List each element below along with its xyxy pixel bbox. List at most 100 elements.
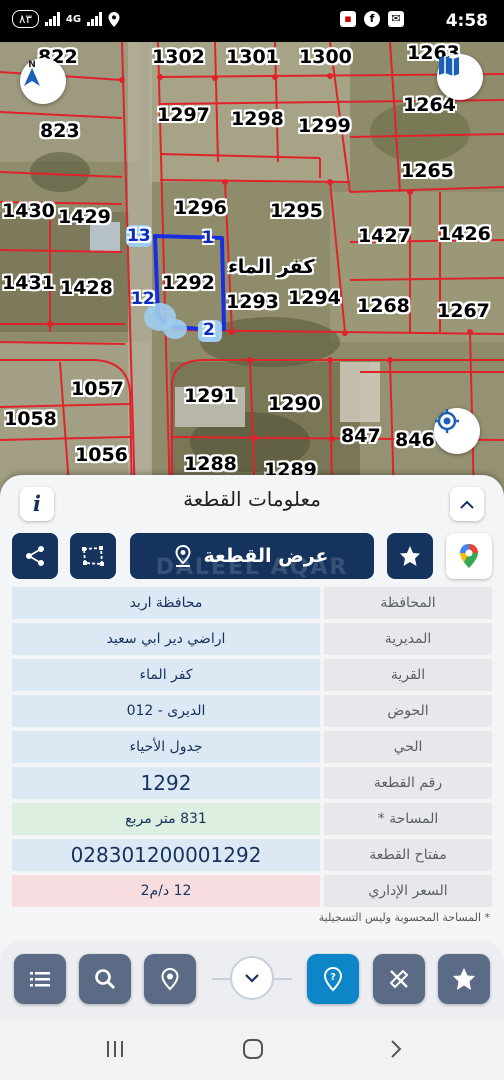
governorate-label: المحافظة (324, 587, 492, 619)
plot-label[interactable]: 1265 (401, 160, 454, 182)
plot-label[interactable]: 846 (395, 429, 435, 451)
plot-label[interactable]: 1300 (299, 46, 352, 68)
share-button[interactable] (12, 533, 58, 579)
show-plot-button[interactable]: DALEEL AQAR عرض القطعة (130, 533, 374, 579)
plot-label[interactable]: 1058 (4, 408, 57, 430)
app-root: ٨٣ 4G ▪ f ✉ 4:58 822 1302 1301 1300 1263… (0, 0, 504, 1080)
directorate-value: اراضي دير ابي سعيد (12, 623, 320, 655)
cadastral-map[interactable]: 822 1302 1301 1300 1263 823 1297 1298 12… (0, 42, 504, 500)
collapse-button[interactable] (450, 487, 484, 521)
my-location-button[interactable] (434, 408, 480, 454)
plot-label[interactable]: 1297 (157, 104, 210, 126)
table-row: 12 د/م2 السعر الإداري (12, 875, 492, 907)
plot-label[interactable]: 823 (40, 120, 80, 142)
sheet-header: i معلومات القطعة (0, 475, 504, 527)
compass-icon: N (24, 60, 40, 86)
plot-label[interactable]: 1056 (75, 444, 128, 466)
directorate-label: المديرية (324, 623, 492, 655)
plot-details-table: محافظة اربد المحافظة اراضي دير ابي سعيد … (12, 587, 492, 911)
favorite-button[interactable] (387, 533, 433, 579)
chevron-up-icon (460, 500, 474, 509)
admin-price-value: 12 د/م2 (12, 875, 320, 907)
plot-label[interactable]: 1430 (2, 200, 55, 222)
network-type: 4G (65, 13, 82, 25)
star-badge-icon (453, 968, 475, 990)
plot-label[interactable]: 1427 (358, 225, 411, 247)
plot-key-value: 028301200001292 (12, 839, 320, 871)
plot-label[interactable]: 1267 (437, 300, 490, 322)
plot-label[interactable]: 1429 (58, 206, 111, 228)
table-row: محافظة اربد المحافظة (12, 587, 492, 619)
plot-label[interactable]: 1291 (184, 385, 237, 407)
map-layers-button[interactable] (437, 54, 483, 100)
table-row: جدول الأحياء الحي (12, 731, 492, 763)
plot-label[interactable]: 1268 (357, 295, 410, 317)
plot-label[interactable]: 1428 (60, 277, 113, 299)
question-pin-icon: ? (323, 966, 343, 992)
chevron-right-icon (391, 1040, 402, 1058)
area-label: المساحة * (324, 803, 492, 835)
recents-icon (107, 1041, 123, 1057)
table-row: اراضي دير ابي سعيد المديرية (12, 623, 492, 655)
system-nav-bar (0, 1018, 504, 1080)
plot-label[interactable]: 847 (341, 425, 381, 447)
village-label-field: القرية (324, 659, 492, 691)
notification-app-icon: ▪ (340, 11, 356, 27)
status-left: ٨٣ 4G (12, 10, 120, 28)
vertex-label: 2 (203, 320, 215, 340)
watermark: DALEEL AQAR (155, 555, 349, 579)
plot-label[interactable]: 1295 (270, 200, 323, 222)
compass-button[interactable]: N (20, 58, 66, 104)
search-button[interactable] (79, 954, 131, 1004)
table-row: 028301200001292 مفتاح القطعة (12, 839, 492, 871)
plot-label[interactable]: 1426 (438, 223, 491, 245)
plot-label[interactable]: 1431 (2, 272, 55, 294)
expand-toggle-button[interactable] (230, 956, 274, 1000)
plot-label[interactable]: 1288 (184, 453, 237, 475)
area-value: 831 متر مربع (12, 803, 320, 835)
list-icon (30, 972, 50, 987)
google-maps-button[interactable] (446, 533, 492, 579)
back-button[interactable] (381, 1036, 411, 1062)
location-pin-icon (161, 967, 179, 991)
svg-text:?: ? (330, 972, 336, 983)
location-search-button[interactable] (144, 954, 196, 1004)
polygon-icon (82, 546, 104, 566)
recents-button[interactable] (100, 1036, 130, 1062)
clock: 4:58 (445, 11, 488, 31)
plot-label[interactable]: 1298 (231, 108, 284, 130)
plot-label[interactable]: 1057 (71, 378, 124, 400)
vertex-label: 12 (131, 289, 155, 309)
chevron-down-icon (245, 974, 259, 983)
plot-label[interactable]: 1301 (226, 46, 279, 68)
plot-label[interactable]: 1296 (174, 197, 227, 219)
plot-label[interactable]: 1294 (288, 287, 341, 309)
facebook-icon: f (364, 11, 380, 27)
plot-label[interactable]: 1302 (152, 46, 205, 68)
location-status-icon (108, 11, 120, 27)
table-row: الديرى - 012 الحوض (12, 695, 492, 727)
home-button[interactable] (238, 1036, 268, 1062)
signal-icon (44, 12, 60, 26)
plot-label[interactable]: 1264 (403, 94, 456, 116)
plot-label[interactable]: 1290 (268, 393, 321, 415)
neighborhood-label: الحي (324, 731, 492, 763)
plot-label[interactable]: 1293 (226, 291, 279, 313)
favorites-button[interactable] (438, 954, 490, 1004)
village-label: كفر الماء (228, 256, 315, 278)
plot-label-selected[interactable]: 1292 (162, 272, 215, 294)
plot-locator-button[interactable]: ? (307, 954, 359, 1004)
basin-label: الحوض (324, 695, 492, 727)
measure-tools-button[interactable] (373, 954, 425, 1004)
table-row: 1292 رقم القطعة (12, 767, 492, 799)
list-button[interactable] (14, 954, 66, 1004)
vertex-label: 1 (202, 228, 214, 248)
star-badge-icon (400, 546, 420, 566)
bottom-toolbar: ? (0, 940, 504, 1018)
ruler-pencil-icon (389, 969, 409, 989)
divider (212, 978, 230, 980)
plot-label[interactable]: 1299 (298, 115, 351, 137)
search-icon (95, 969, 116, 990)
table-row: 831 متر مربع المساحة * (12, 803, 492, 835)
draw-polygon-button[interactable] (70, 533, 116, 579)
